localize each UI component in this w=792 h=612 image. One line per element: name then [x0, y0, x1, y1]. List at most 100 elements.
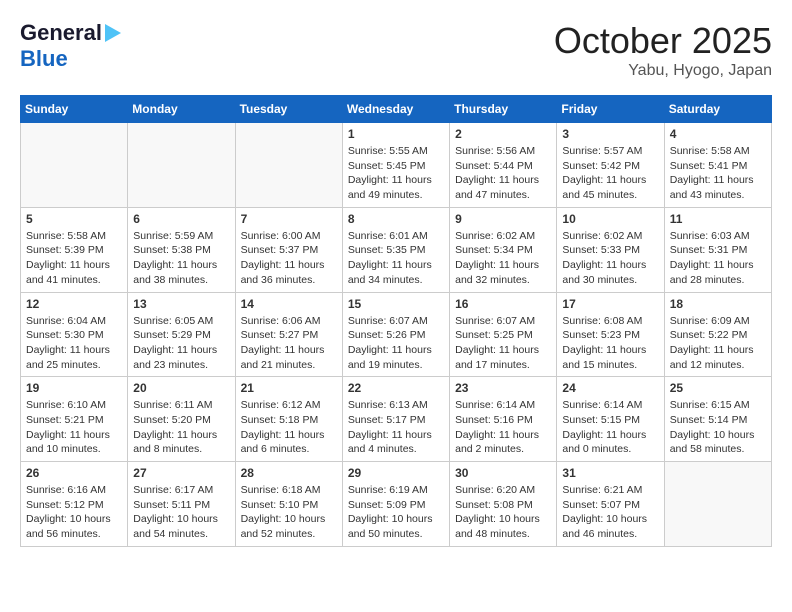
- page-header: General Blue October 2025 Yabu, Hyogo, J…: [20, 20, 772, 80]
- calendar-cell: 9Sunrise: 6:02 AM Sunset: 5:34 PM Daylig…: [450, 207, 557, 292]
- day-info: Sunrise: 6:11 AM Sunset: 5:20 PM Dayligh…: [133, 398, 229, 457]
- weekday-header: Monday: [128, 96, 235, 123]
- day-info: Sunrise: 6:01 AM Sunset: 5:35 PM Dayligh…: [348, 229, 444, 288]
- day-number: 23: [455, 381, 551, 395]
- calendar-cell: [664, 462, 771, 547]
- day-number: 1: [348, 127, 444, 141]
- day-info: Sunrise: 6:14 AM Sunset: 5:15 PM Dayligh…: [562, 398, 658, 457]
- day-number: 22: [348, 381, 444, 395]
- calendar-cell: 7 Sunrise: 6:00 AM Sunset: 5:37 PM Daylig…: [235, 207, 342, 292]
- day-number: 6: [133, 212, 229, 226]
- calendar-cell: 13 Sunrise: 6:05 AM Sunset: 5:29 PM Dayli…: [128, 292, 235, 377]
- day-number: 21: [241, 381, 337, 395]
- day-info: Sunrise: 6:12 AM Sunset: 5:18 PM Dayligh…: [241, 398, 337, 457]
- weekday-header-row: SundayMondayTuesdayWednesdayThursdayFrid…: [21, 96, 772, 123]
- day-info: Sunrise: 6:02 AM Sunset: 5:34 PM Dayligh…: [455, 229, 551, 288]
- day-number: 26: [26, 466, 122, 480]
- day-info: Sunrise: 6:13 AM Sunset: 5:17 PM Dayligh…: [348, 398, 444, 457]
- day-info: Sunrise: 6:16 AM Sunset: 5:12 PM Dayligh…: [26, 483, 122, 542]
- weekday-header: Wednesday: [342, 96, 449, 123]
- day-info: Sunrise: 6:09 AM Sunset: 5:22 PM Dayligh…: [670, 314, 766, 373]
- calendar-cell: [235, 123, 342, 208]
- calendar-cell: 12 Sunrise: 6:04 AM Sunset: 5:30 PM Dayli…: [21, 292, 128, 377]
- day-number: 16: [455, 297, 551, 311]
- day-number: 15: [348, 297, 444, 311]
- location-heading: Yabu, Hyogo, Japan: [554, 62, 772, 80]
- calendar-cell: 20 Sunrise: 6:11 AM Sunset: 5:20 PM Dayli…: [128, 377, 235, 462]
- day-info: Sunrise: 5:56 AM Sunset: 5:44 PM Dayligh…: [455, 144, 551, 203]
- calendar-cell: 5 Sunrise: 5:58 AM Sunset: 5:39 PM Daylig…: [21, 207, 128, 292]
- day-number: 14: [241, 297, 337, 311]
- calendar-cell: 4Sunrise: 5:58 AM Sunset: 5:41 PM Daylig…: [664, 123, 771, 208]
- calendar-cell: 24 Sunrise: 6:14 AM Sunset: 5:15 PM Dayli…: [557, 377, 664, 462]
- day-info: Sunrise: 5:58 AM Sunset: 5:39 PM Dayligh…: [26, 229, 122, 288]
- calendar-cell: 28Sunrise: 6:18 AM Sunset: 5:10 PM Dayli…: [235, 462, 342, 547]
- day-number: 5: [26, 212, 122, 226]
- day-info: Sunrise: 6:07 AM Sunset: 5:25 PM Dayligh…: [455, 314, 551, 373]
- calendar-cell: 1 Sunrise: 5:55 AM Sunset: 5:45 PM Daylig…: [342, 123, 449, 208]
- day-info: Sunrise: 6:14 AM Sunset: 5:16 PM Dayligh…: [455, 398, 551, 457]
- day-info: Sunrise: 5:57 AM Sunset: 5:42 PM Dayligh…: [562, 144, 658, 203]
- day-info: Sunrise: 6:02 AM Sunset: 5:33 PM Dayligh…: [562, 229, 658, 288]
- day-info: Sunrise: 6:07 AM Sunset: 5:26 PM Dayligh…: [348, 314, 444, 373]
- calendar-cell: 22 Sunrise: 6:13 AM Sunset: 5:17 PM Dayli…: [342, 377, 449, 462]
- calendar-cell: 21 Sunrise: 6:12 AM Sunset: 5:18 PM Dayli…: [235, 377, 342, 462]
- logo-blue-text: Blue: [20, 46, 68, 71]
- day-number: 20: [133, 381, 229, 395]
- day-info: Sunrise: 6:05 AM Sunset: 5:29 PM Dayligh…: [133, 314, 229, 373]
- day-info: Sunrise: 6:19 AM Sunset: 5:09 PM Dayligh…: [348, 483, 444, 542]
- day-number: 27: [133, 466, 229, 480]
- calendar-cell: 15 Sunrise: 6:07 AM Sunset: 5:26 PM Dayli…: [342, 292, 449, 377]
- weekday-header: Friday: [557, 96, 664, 123]
- day-info: Sunrise: 6:04 AM Sunset: 5:30 PM Dayligh…: [26, 314, 122, 373]
- calendar-cell: [21, 123, 128, 208]
- calendar-cell: 27 Sunrise: 6:17 AM Sunset: 5:11 PM Dayli…: [128, 462, 235, 547]
- day-number: 13: [133, 297, 229, 311]
- calendar-cell: [128, 123, 235, 208]
- day-info: Sunrise: 6:18 AM Sunset: 5:10 PM Dayligh…: [241, 483, 337, 542]
- calendar-cell: 14 Sunrise: 6:06 AM Sunset: 5:27 PM Dayli…: [235, 292, 342, 377]
- day-info: Sunrise: 5:58 AM Sunset: 5:41 PM Dayligh…: [670, 144, 766, 203]
- calendar-cell: 17Sunrise: 6:08 AM Sunset: 5:23 PM Dayli…: [557, 292, 664, 377]
- weekday-header: Saturday: [664, 96, 771, 123]
- calendar-cell: 16 Sunrise: 6:07 AM Sunset: 5:25 PM Dayli…: [450, 292, 557, 377]
- calendar-cell: 26 Sunrise: 6:16 AM Sunset: 5:12 PM Dayli…: [21, 462, 128, 547]
- day-number: 25: [670, 381, 766, 395]
- day-number: 19: [26, 381, 122, 395]
- day-info: Sunrise: 5:55 AM Sunset: 5:45 PM Dayligh…: [348, 144, 444, 203]
- calendar-cell: 2 Sunrise: 5:56 AM Sunset: 5:44 PM Daylig…: [450, 123, 557, 208]
- day-number: 30: [455, 466, 551, 480]
- logo-arrow-icon: [105, 24, 121, 42]
- calendar-week-row: 1 Sunrise: 5:55 AM Sunset: 5:45 PM Daylig…: [21, 123, 772, 208]
- calendar-cell: 8 Sunrise: 6:01 AM Sunset: 5:35 PM Daylig…: [342, 207, 449, 292]
- calendar-cell: 18Sunrise: 6:09 AM Sunset: 5:22 PM Dayli…: [664, 292, 771, 377]
- day-number: 10: [562, 212, 658, 226]
- calendar-week-row: 26 Sunrise: 6:16 AM Sunset: 5:12 PM Dayli…: [21, 462, 772, 547]
- weekday-header: Sunday: [21, 96, 128, 123]
- day-info: Sunrise: 6:10 AM Sunset: 5:21 PM Dayligh…: [26, 398, 122, 457]
- day-info: Sunrise: 6:00 AM Sunset: 5:37 PM Dayligh…: [241, 229, 337, 288]
- calendar-cell: 29Sunrise: 6:19 AM Sunset: 5:09 PM Dayli…: [342, 462, 449, 547]
- calendar-week-row: 12 Sunrise: 6:04 AM Sunset: 5:30 PM Dayli…: [21, 292, 772, 377]
- day-info: Sunrise: 6:21 AM Sunset: 5:07 PM Dayligh…: [562, 483, 658, 542]
- day-number: 8: [348, 212, 444, 226]
- day-info: Sunrise: 6:03 AM Sunset: 5:31 PM Dayligh…: [670, 229, 766, 288]
- calendar-cell: 11Sunrise: 6:03 AM Sunset: 5:31 PM Dayli…: [664, 207, 771, 292]
- day-info: Sunrise: 6:06 AM Sunset: 5:27 PM Dayligh…: [241, 314, 337, 373]
- day-number: 2: [455, 127, 551, 141]
- day-info: Sunrise: 6:08 AM Sunset: 5:23 PM Dayligh…: [562, 314, 658, 373]
- day-number: 24: [562, 381, 658, 395]
- calendar-week-row: 5 Sunrise: 5:58 AM Sunset: 5:39 PM Daylig…: [21, 207, 772, 292]
- day-number: 12: [26, 297, 122, 311]
- day-info: Sunrise: 5:59 AM Sunset: 5:38 PM Dayligh…: [133, 229, 229, 288]
- calendar-cell: 3Sunrise: 5:57 AM Sunset: 5:42 PM Daylig…: [557, 123, 664, 208]
- day-info: Sunrise: 6:15 AM Sunset: 5:14 PM Dayligh…: [670, 398, 766, 457]
- calendar-table: SundayMondayTuesdayWednesdayThursdayFrid…: [20, 95, 772, 547]
- month-heading: October 2025: [554, 20, 772, 62]
- day-info: Sunrise: 6:17 AM Sunset: 5:11 PM Dayligh…: [133, 483, 229, 542]
- calendar-cell: 31Sunrise: 6:21 AM Sunset: 5:07 PM Dayli…: [557, 462, 664, 547]
- day-number: 7: [241, 212, 337, 226]
- month-title: October 2025 Yabu, Hyogo, Japan: [554, 20, 772, 80]
- calendar-cell: 30Sunrise: 6:20 AM Sunset: 5:08 PM Dayli…: [450, 462, 557, 547]
- logo-general-text: General: [20, 20, 102, 46]
